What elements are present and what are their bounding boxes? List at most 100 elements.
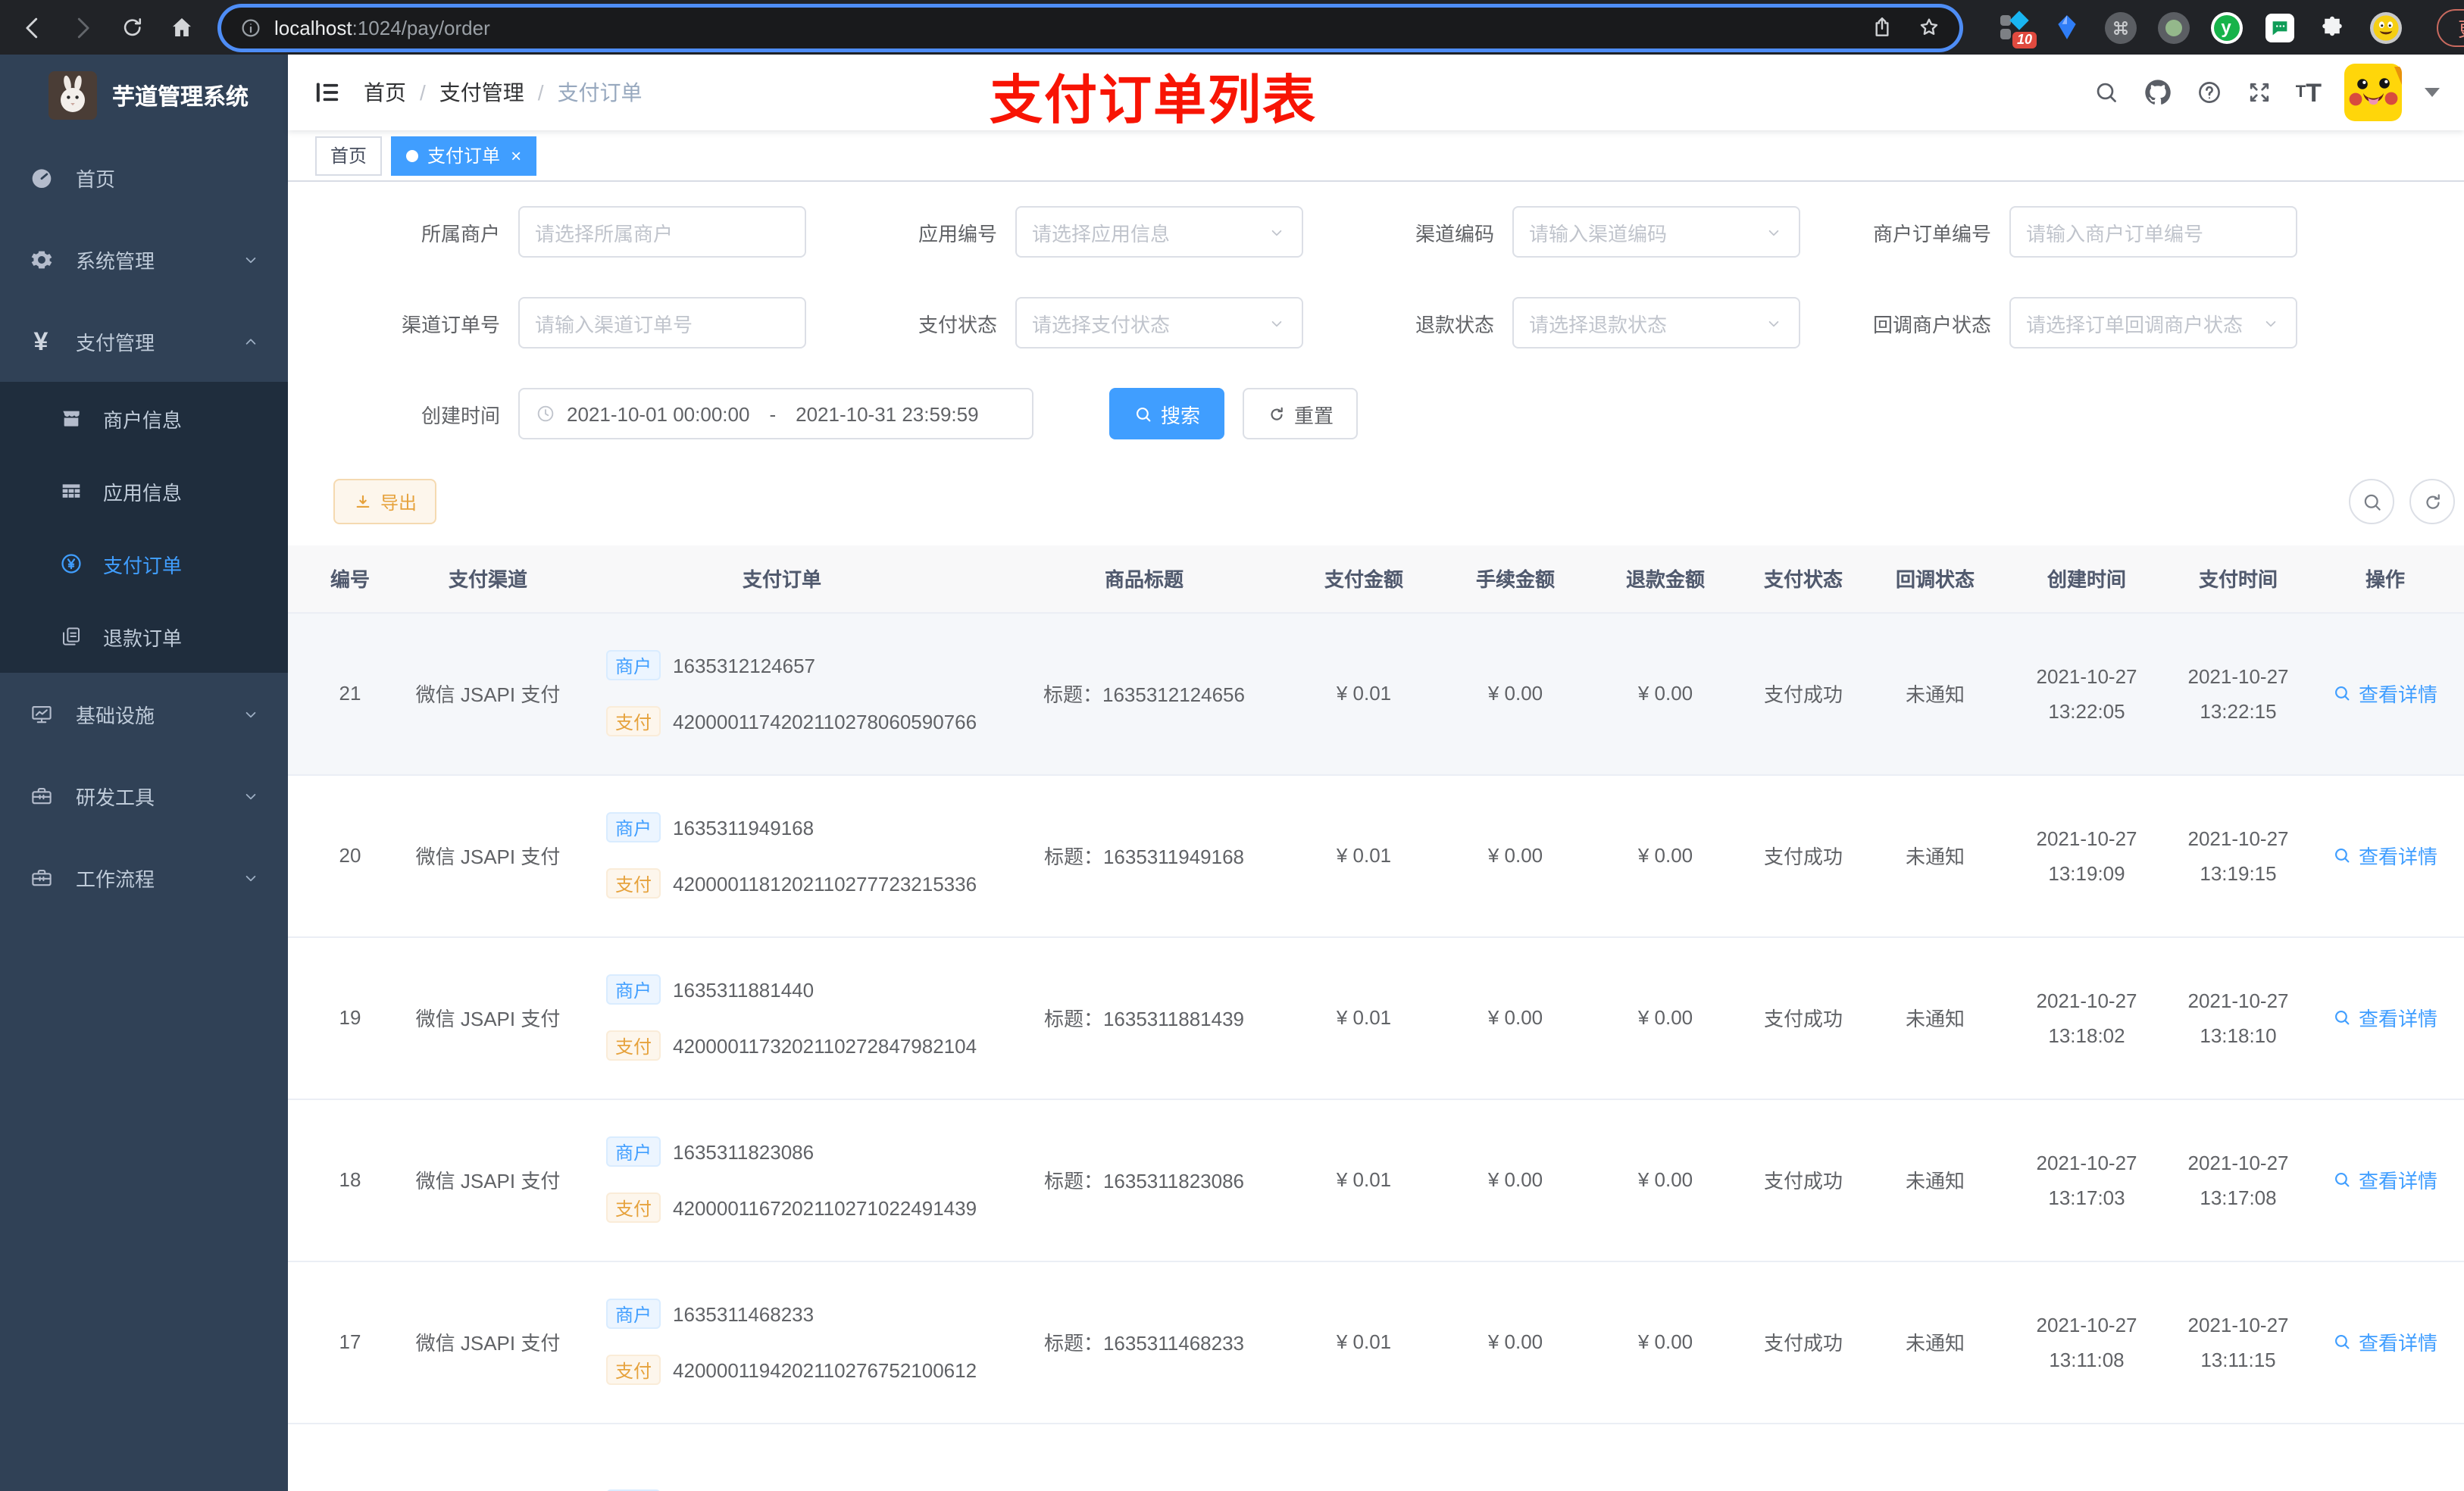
filter-item-merchant: 所属商户 请选择所属商户 <box>349 206 806 258</box>
browser-forward-icon[interactable] <box>65 11 98 44</box>
toggle-search-button[interactable] <box>2349 479 2394 524</box>
chevron-down-icon <box>241 704 261 724</box>
tab-pay-order[interactable]: 支付订单 × <box>391 136 537 175</box>
paid-time-cell: 2021-10-27 13:11:15 <box>2170 1261 2306 1424</box>
placeholder-text: 请选择应用信息 <box>1032 222 1171 245</box>
export-button[interactable]: 导出 <box>333 479 437 524</box>
tab-close-icon[interactable]: × <box>511 146 521 164</box>
merchant-order-no: 1635311468233 <box>673 1302 815 1325</box>
fullscreen-icon[interactable] <box>2246 79 2273 106</box>
pay-channel-cell: 微信 JSAPI 支付 <box>412 936 564 1099</box>
filter-label-app-no: 应用编号 <box>918 222 997 245</box>
input-merchant[interactable]: 请选择所属商户 <box>518 206 806 258</box>
extension-command-icon[interactable] <box>2103 11 2137 44</box>
github-icon[interactable] <box>2143 77 2173 108</box>
sidebar-subitem-label: 商户信息 <box>103 408 183 431</box>
select-app-no[interactable]: 请选择应用信息 <box>1015 206 1303 258</box>
view-detail-link[interactable]: 查看详情 <box>2333 1327 2437 1356</box>
sidebar-item-dev-tools[interactable]: 研发工具 <box>0 755 288 836</box>
sidebar-item-system[interactable]: 系统管理 <box>0 218 288 300</box>
view-detail-link[interactable]: 查看详情 <box>2333 1003 2437 1032</box>
pay-order-no: 4200001173202110272847982104 <box>673 1034 977 1057</box>
sidebar-item-workflow[interactable]: 工作流程 <box>0 836 288 918</box>
sidebar-subitem-merchant-info[interactable]: 商户信息 <box>0 382 288 455</box>
avatar-caret-icon[interactable] <box>2425 88 2440 97</box>
status-cell: 支付成功 <box>1740 612 1867 775</box>
create-time-range-input[interactable]: 2021-10-01 00:00:00 - 2021-10-31 23:59:5… <box>518 388 1033 439</box>
order-pay-line: 支付 4200001174202110278060590766 <box>606 706 1000 736</box>
header-search-icon[interactable] <box>2093 79 2120 106</box>
filter-item-refund-status: 退款状态 请选择退款状态 <box>1343 297 1800 349</box>
select-pay-status[interactable]: 请选择支付状态 <box>1015 297 1303 349</box>
filter-item-merchant-order-no: 商户订单编号 请输入商户订单编号 <box>1840 206 2297 258</box>
select-refund-status[interactable]: 请选择退款状态 <box>1512 297 1800 349</box>
extensions-puzzle-icon[interactable] <box>2315 11 2349 44</box>
bookmark-star-icon[interactable] <box>1917 15 1941 39</box>
sidebar: 芋道管理系统 首页 系统管理 ¥ 支付管理 商户信息 应用信息 支付订单 退款订单 基础设施… <box>0 55 288 1491</box>
site-info-icon[interactable] <box>239 16 262 39</box>
clock-icon <box>535 403 556 424</box>
input-merchant-order-no[interactable]: 请输入商户订单编号 <box>2009 206 2297 258</box>
url-host: localhost <box>274 16 352 39</box>
magnifier-icon <box>2333 1170 2353 1189</box>
title-cell: 标题：1635311468233 <box>1000 1261 1288 1424</box>
profile-emoji-icon[interactable] <box>2369 11 2402 44</box>
view-detail-link[interactable]: 查看详情 <box>2333 679 2437 708</box>
view-detail-label: 查看详情 <box>2358 1332 2437 1355</box>
sidebar-subitem-app-info[interactable]: 应用信息 <box>0 455 288 527</box>
browser-home-icon[interactable] <box>165 11 199 44</box>
magnifier-icon <box>2333 1008 2353 1027</box>
extension-y-icon[interactable]: y <box>2209 11 2243 44</box>
help-icon[interactable] <box>2196 79 2223 106</box>
address-bar[interactable]: localhost:1024/pay/order <box>221 7 1959 48</box>
filter-item-app-no: 应用编号 请选择应用信息 <box>846 206 1303 258</box>
merchant-tag: 商户 <box>606 650 661 680</box>
sidebar-collapse-icon[interactable] <box>312 77 342 108</box>
reset-button[interactable]: 重置 <box>1243 388 1359 439</box>
sidebar-item-label: 工作流程 <box>76 867 155 890</box>
placeholder-text: 请输入渠道编码 <box>1529 222 1668 245</box>
extension-gem-icon[interactable] <box>2050 11 2084 44</box>
browser-reload-icon[interactable] <box>115 11 149 44</box>
column-header: 支付金额 <box>1288 545 1440 613</box>
view-detail-link[interactable]: 查看详情 <box>2333 841 2437 870</box>
sidebar-subitem-pay-order[interactable]: 支付订单 <box>0 527 288 600</box>
order-pay-line: 支付 4200001181202110277723215336 <box>606 868 1000 899</box>
placeholder-text: 请选择支付状态 <box>1032 313 1171 336</box>
breadcrumb-item[interactable]: 支付管理 <box>439 77 524 108</box>
view-detail-link[interactable]: 查看详情 <box>2333 1165 2437 1194</box>
column-header: 支付时间 <box>2170 545 2306 613</box>
order-pay-line: 支付 4200001194202110276752100612 <box>606 1355 1000 1385</box>
url-text: localhost:1024/pay/order <box>274 16 490 39</box>
browser-update-button[interactable]: 更新 <box>2437 8 2464 46</box>
share-icon[interactable] <box>1870 15 1894 39</box>
extension-record-icon[interactable] <box>2156 11 2190 44</box>
breadcrumb-item[interactable]: 首页 <box>364 77 406 108</box>
select-notify-status[interactable]: 请选择订单回调商户状态 <box>2009 297 2297 349</box>
select-channel-code[interactable]: 请输入渠道编码 <box>1512 206 1800 258</box>
refresh-table-button[interactable] <box>2409 479 2455 524</box>
notify-cell: 未通知 <box>1867 774 2003 937</box>
font-size-icon[interactable]: TT <box>2296 80 2322 105</box>
sidebar-item-home[interactable]: 首页 <box>0 136 288 218</box>
sidebar-subitem-refund-order[interactable]: 退款订单 <box>0 600 288 673</box>
sidebar-item-infrastructure[interactable]: 基础设施 <box>0 673 288 755</box>
empty-cell <box>1288 1423 1440 1491</box>
status-cell: 支付成功 <box>1740 1261 1867 1424</box>
tags-view-bar: 首页 支付订单 × <box>288 130 2464 182</box>
empty-cell <box>1867 1423 2003 1491</box>
browser-back-icon[interactable] <box>15 11 48 44</box>
input-channel-order-no[interactable]: 请输入渠道订单号 <box>518 297 806 349</box>
refund-cell: ¥ 0.00 <box>1591 1099 1740 1261</box>
sidebar-item-payment[interactable]: ¥ 支付管理 <box>0 300 288 382</box>
notify-cell: 未通知 <box>1867 612 2003 775</box>
extension-blocks-icon[interactable]: 10 <box>1997 11 2037 48</box>
order-cell: 商户1635311951796 <box>564 1423 1000 1491</box>
extension-chat-icon[interactable] <box>2262 11 2296 44</box>
date-start-value: 2021-10-01 00:00:00 <box>567 402 750 425</box>
store-icon <box>58 406 83 430</box>
tab-home[interactable]: 首页 <box>315 136 383 175</box>
user-avatar[interactable] <box>2344 64 2402 121</box>
search-button[interactable]: 搜索 <box>1109 388 1225 439</box>
chevron-down-icon <box>1267 222 1287 242</box>
